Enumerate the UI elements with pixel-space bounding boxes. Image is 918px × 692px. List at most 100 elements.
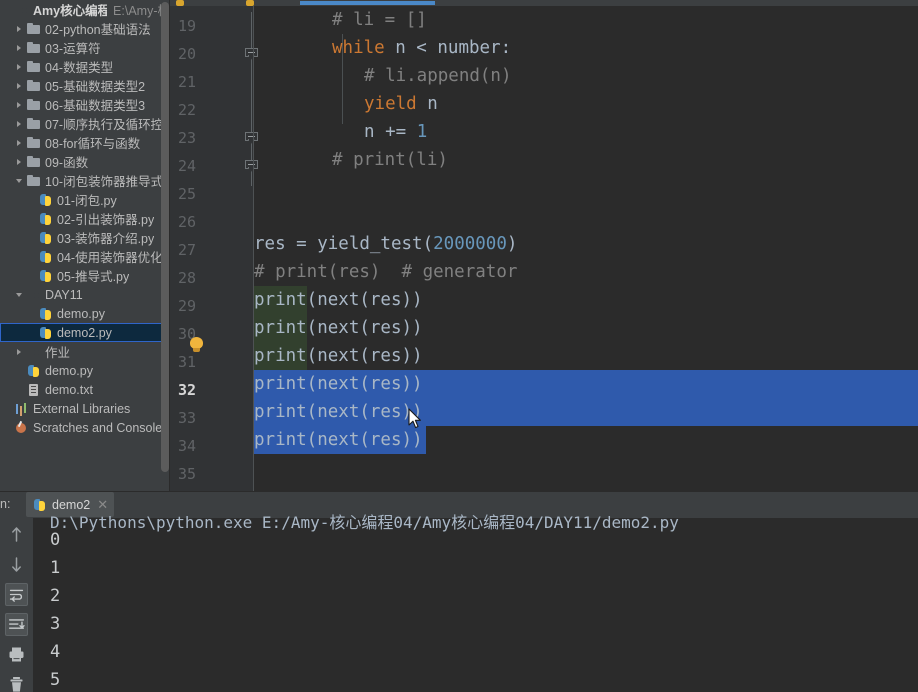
chevron-right-icon[interactable] [14, 118, 25, 129]
console-output-line: 3 [50, 614, 61, 634]
code-line-33[interactable]: print(next(res)) [254, 398, 423, 426]
tree-item-label: 作业 [45, 346, 71, 360]
line-number: 26 [177, 213, 196, 231]
console-output-line: 1 [50, 558, 61, 578]
code-line-30[interactable]: print(next(res)) [254, 314, 423, 342]
code-line-23[interactable]: n += 1 [364, 118, 427, 146]
code-token: # li.append(n) [364, 66, 512, 86]
python-file-icon [38, 212, 53, 226]
code-token: n [416, 94, 438, 114]
code-content[interactable]: # li = [] while n < number: # li.append(n)… [254, 6, 918, 491]
code-line-31[interactable]: print(next(res)) [254, 342, 423, 370]
folder-icon [26, 79, 41, 93]
chevron-right-icon[interactable] [14, 137, 25, 148]
chevron-right-icon[interactable] [14, 23, 25, 34]
code-token: print(next(res)) [254, 290, 423, 310]
chevron-right-icon[interactable] [14, 346, 25, 357]
code-token: while [332, 38, 385, 58]
code-line-24[interactable]: # print(li) [332, 146, 448, 174]
tree-row-16[interactable]: demo.py [0, 304, 170, 323]
tree-row-6[interactable]: 07-顺序执行及循环控制 [0, 114, 170, 133]
console-toolbar[interactable] [0, 518, 33, 692]
tree-item-label: 04-数据类型 [45, 61, 114, 75]
line-number: 20 [177, 45, 196, 63]
code-line-27[interactable]: res = yield_test(2000000) [254, 230, 517, 258]
tree-row-11[interactable]: 02-引出装饰器.py [0, 209, 170, 228]
python-file-icon [38, 193, 53, 207]
line-number: 23 [177, 129, 196, 147]
tree-item-label: 05-基础数据类型2 [45, 80, 146, 94]
chevron-right-icon[interactable] [14, 42, 25, 53]
code-token: # li = [] [332, 10, 427, 30]
project-tree[interactable]: Amy核心编程04E:\Amy-核 02-python基础语法 03-运算符 04-数… [0, 0, 170, 437]
code-line-21[interactable]: # li.append(n) [364, 62, 512, 90]
chevron-down-icon[interactable] [14, 289, 25, 300]
tree-row-15[interactable]: DAY11 [0, 285, 170, 304]
console-output-line: 5 [50, 670, 61, 690]
code-line-34[interactable]: print(next(res)) [254, 426, 423, 454]
tree-row-22[interactable]: Scratches and Consoles [0, 418, 170, 437]
code-token: yield [364, 94, 417, 114]
code-line-20[interactable]: while n < number: [332, 34, 511, 62]
project-tree-panel[interactable]: Amy核心编程04E:\Amy-核 02-python基础语法 03-运算符 04-数… [0, 0, 170, 491]
tree-row-9[interactable]: 10-闭包装饰器推导式 [0, 171, 170, 190]
tree-row-19[interactable]: demo.py [0, 361, 170, 380]
tree-row-0[interactable]: Amy核心编程04E:\Amy-核 [0, 0, 170, 19]
editor-gutter[interactable]: 19 20 21 22 23 24 25 26 27 28 29 30 31 32 33 34 35 [170, 6, 258, 491]
code-line-19[interactable]: # li = [] [332, 6, 427, 34]
console-output[interactable]: D:\Pythons\python.exe E:/Amy-核心编程04/Amy核… [33, 513, 918, 692]
tree-item-label: DAY11 [45, 287, 83, 302]
tree-item-label: demo2.py [57, 325, 112, 340]
chevron-right-icon[interactable] [14, 61, 25, 72]
folder-icon [26, 117, 41, 131]
chevron-down-icon[interactable] [14, 175, 25, 186]
tree-row-3[interactable]: 04-数据类型 [0, 57, 170, 76]
line-number: 32 [177, 381, 196, 399]
rerun-up-icon[interactable] [5, 523, 28, 546]
intention-bulb-icon[interactable] [190, 337, 203, 353]
code-line-32[interactable]: print(next(res)) [254, 370, 423, 398]
code-line-28[interactable]: # print(res) # generator [254, 258, 517, 286]
tree-row-20[interactable]: demo.txt [0, 380, 170, 399]
code-line-29[interactable]: print(next(res)) [254, 286, 423, 314]
tree-row-13[interactable]: 04-使用装饰器优化.py [0, 247, 170, 266]
scroll-to-end-icon[interactable] [5, 613, 28, 636]
chevron-right-icon[interactable] [14, 99, 25, 110]
code-token: ) [506, 234, 518, 254]
tree-row-8[interactable]: 09-函数 [0, 152, 170, 171]
folder-icon [26, 60, 41, 74]
folder-module-icon [26, 288, 41, 302]
tree-row-5[interactable]: 06-基础数据类型3 [0, 95, 170, 114]
folder-icon [26, 136, 41, 150]
python-file-icon [38, 231, 53, 245]
sidebar-vertical-scrollbar[interactable] [161, 2, 169, 472]
chevron-right-icon[interactable] [14, 156, 25, 167]
code-line-22[interactable]: yield n [364, 90, 438, 118]
rerun-down-icon[interactable] [5, 553, 28, 576]
code-editor-panel[interactable]: 19 20 21 22 23 24 25 26 27 28 29 30 31 32 33 34 35 # li … [170, 0, 918, 491]
tree-row-17[interactable]: demo2.py [0, 323, 170, 342]
soft-wrap-icon[interactable] [5, 583, 28, 606]
tree-row-7[interactable]: 08-for循环与函数 [0, 133, 170, 152]
line-number: 29 [177, 297, 196, 315]
line-number: 35 [177, 465, 196, 483]
run-window-label: n: [0, 497, 11, 511]
python-file-icon [38, 326, 53, 340]
tree-row-10[interactable]: 01-闭包.py [0, 190, 170, 209]
tree-row-18[interactable]: 作业 [0, 342, 170, 361]
print-icon[interactable] [5, 643, 28, 666]
tree-row-21[interactable]: External Libraries [0, 399, 170, 418]
tree-item-label: 04-使用装饰器优化.py [57, 251, 170, 265]
tree-row-1[interactable]: 02-python基础语法 [0, 19, 170, 38]
console-command-line: D:\Pythons\python.exe E:/Amy-核心编程04/Amy核… [50, 513, 679, 532]
trash-icon[interactable] [5, 673, 28, 692]
tree-row-4[interactable]: 05-基础数据类型2 [0, 76, 170, 95]
code-token: 1 [416, 122, 428, 142]
chevron-right-icon[interactable] [14, 80, 25, 91]
tree-item-label: demo.py [57, 306, 105, 321]
tree-row-2[interactable]: 03-运算符 [0, 38, 170, 57]
tree-item-label: 03-装饰器介绍.py [57, 232, 155, 246]
tree-row-14[interactable]: 05-推导式.py [0, 266, 170, 285]
tree-row-12[interactable]: 03-装饰器介绍.py [0, 228, 170, 247]
